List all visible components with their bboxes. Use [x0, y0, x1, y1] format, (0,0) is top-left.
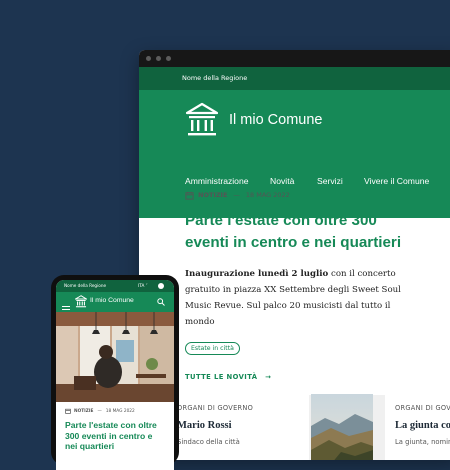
user-avatar-icon[interactable]: [158, 283, 164, 289]
mobile-article-date: 18 MAG 2022: [105, 408, 135, 414]
article: NOTIZIE — 18 MAG 2022 Parte l'estate con…: [185, 190, 450, 381]
window-dot: [146, 56, 151, 61]
arrow-right-icon: →: [265, 373, 272, 381]
article-title[interactable]: Parte l'estate con oltre 300 eventi in c…: [185, 210, 415, 254]
chevron-down-icon: ˅: [144, 283, 148, 288]
meta-separator: —: [97, 408, 102, 414]
region-bar: Nome della Regione: [139, 67, 450, 90]
card-label: ORGANI DI GOVERNO: [177, 404, 254, 412]
mobile-article-title[interactable]: Parte l'estate con oltre 300 eventi in c…: [65, 420, 165, 452]
mobile-article-meta: NOTIZIE — 18 MAG 2022: [65, 408, 165, 414]
all-news-label: TUTTE LE NOVITÀ: [185, 373, 258, 381]
search-icon[interactable]: [157, 298, 165, 306]
region-link[interactable]: Nome della Regione: [182, 74, 247, 82]
town-hall-icon: [75, 295, 87, 308]
all-news-link[interactable]: TUTTE LE NOVITÀ →: [185, 373, 450, 381]
government-card[interactable]: ORGANI DI GOVERNO Mario Rossi Sindaco de…: [169, 394, 309, 460]
mobile-region-link[interactable]: Nome della Regione: [64, 283, 106, 288]
mobile-article: NOTIZIE — 18 MAG 2022 Parte l'estate con…: [56, 402, 174, 452]
site-title[interactable]: Il mio Comune: [229, 112, 322, 128]
tag-chip[interactable]: Estate in città: [185, 342, 240, 355]
card-subtitle: La giunta, nomina: [395, 438, 450, 446]
card-name[interactable]: Mario Rossi: [177, 420, 232, 431]
mobile-header: Il mio Comune: [56, 292, 174, 313]
meta-separator: —: [233, 191, 240, 199]
nav-item-servizi[interactable]: Servizi: [317, 176, 343, 186]
nav-item-vivere-il-comune[interactable]: Vivere il Comune: [364, 176, 429, 186]
mobile-screen: Nome della Regione ITA ˅ Il mio Comune N…: [56, 280, 174, 470]
mobile-site-title[interactable]: Il mio Comune: [90, 297, 134, 304]
mobile-device: Nome della Regione ITA ˅ Il mio Comune N…: [51, 275, 179, 470]
nav-item-novita[interactable]: Novità: [270, 176, 294, 186]
government-card-2[interactable]: ORGANI DI GOVER La giunta com La giunta,…: [385, 394, 450, 460]
language-selector[interactable]: ITA ˅: [138, 280, 148, 292]
landscape-photo: [311, 394, 373, 460]
town-hall-icon: [186, 102, 218, 136]
mobile-region-bar: Nome della Regione ITA ˅: [56, 280, 174, 292]
nav-item-amministrazione[interactable]: Amministrazione: [185, 176, 249, 186]
calendar-icon: [65, 408, 71, 414]
article-date: 18 MAG 2022: [245, 191, 290, 199]
card-label: ORGANI DI GOVER: [395, 404, 450, 412]
article-category[interactable]: NOTIZIE: [198, 191, 227, 199]
card-name[interactable]: La giunta com: [395, 420, 450, 431]
article-photo: [56, 312, 174, 402]
card-subtitle: Sindaco della città: [177, 438, 240, 446]
window-dot: [156, 56, 161, 61]
calendar-icon: [185, 191, 194, 200]
window-dot: [166, 56, 171, 61]
browser-chrome: [139, 50, 450, 67]
article-meta: NOTIZIE — 18 MAG 2022: [185, 190, 450, 200]
mobile-article-category[interactable]: NOTIZIE: [74, 409, 93, 414]
desktop-browser-window: Nome della Regione Il mio Comune Amminis…: [139, 50, 450, 460]
article-lead: Inaugurazione lunedì 2 luglio con il con…: [185, 266, 419, 330]
article-lead-bold: Inaugurazione lunedì 2 luglio: [185, 269, 329, 279]
